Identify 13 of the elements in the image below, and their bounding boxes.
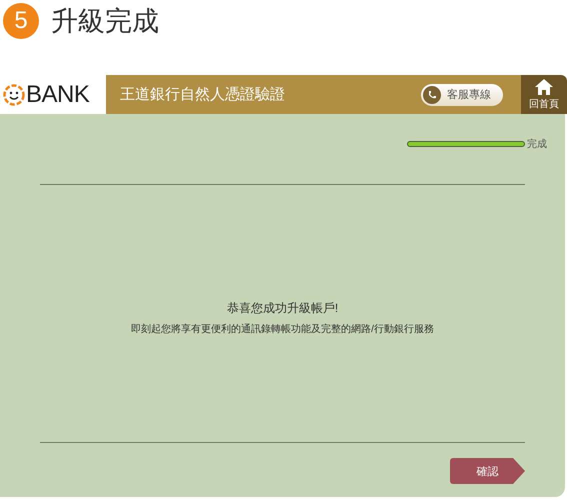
home-button[interactable]: 回首頁	[521, 75, 567, 114]
step-number: 5	[3, 3, 39, 39]
home-icon	[535, 78, 553, 94]
smiley-icon	[3, 84, 25, 106]
service-button[interactable]: 客服專線	[421, 84, 503, 106]
message-title: 恭喜您成功升級帳戶!	[226, 300, 338, 316]
logo-text: BANK	[26, 80, 90, 108]
message-body: 即刻起您將享有更便利的通訊錄轉帳功能及完整的網路/行動銀行服務	[131, 322, 434, 336]
confirm-button[interactable]: 確認	[450, 458, 525, 484]
header-title: 王道銀行自然人憑證驗證	[120, 85, 286, 104]
phone-icon	[423, 86, 441, 104]
step-title: 升級完成	[51, 5, 159, 38]
progress-label: 完成	[527, 138, 547, 151]
